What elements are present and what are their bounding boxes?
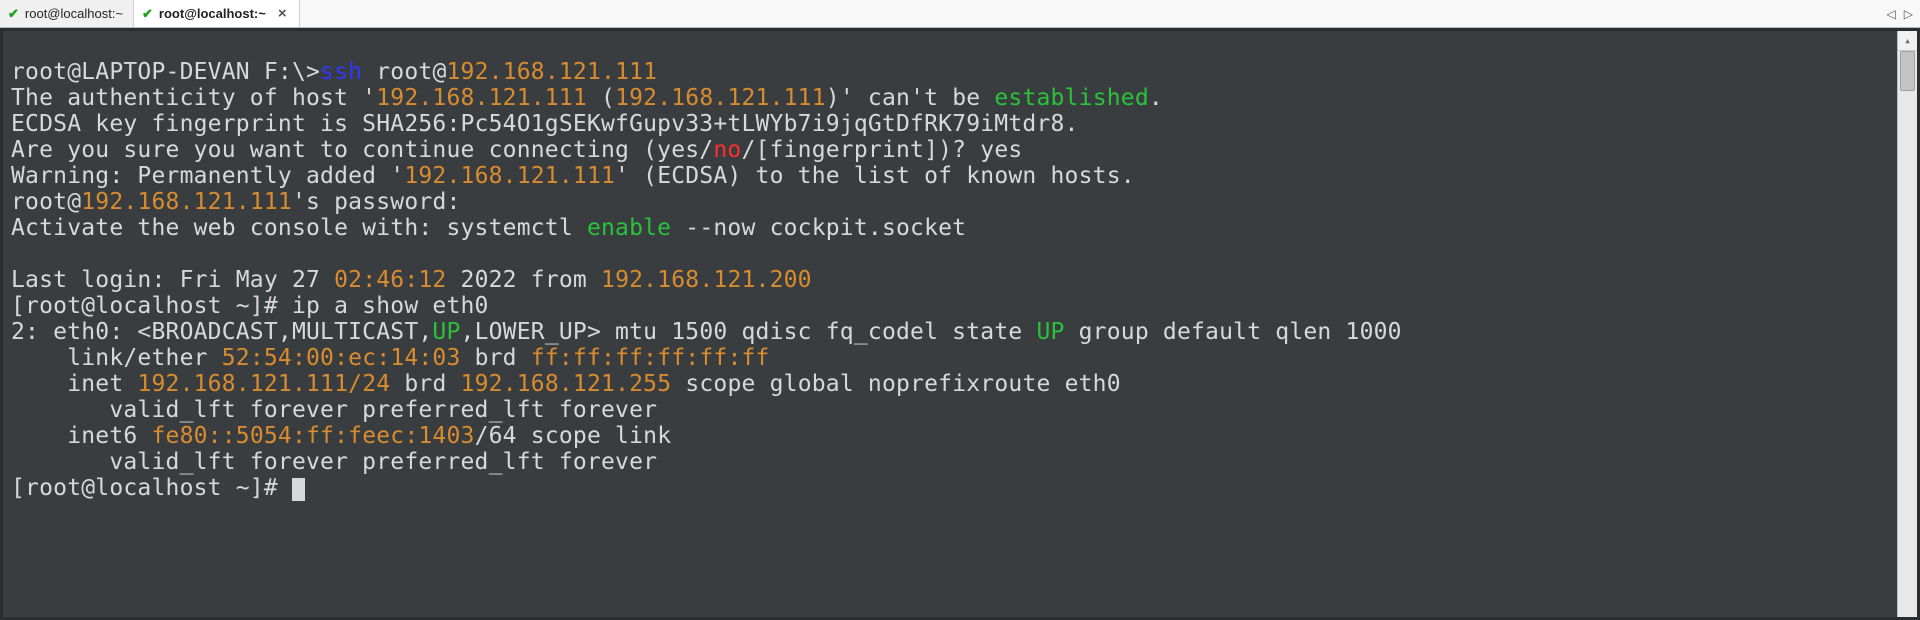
ssh-command: ssh <box>320 59 362 85</box>
ssh-target-ip: 192.168.121.111 <box>447 59 658 85</box>
tab-active[interactable]: ✔ root@localhost:~ × <box>134 0 300 27</box>
ssh-arg-prefix: root@ <box>362 59 446 85</box>
inet-line: inet <box>11 371 137 397</box>
prompt-remote: [root@localhost ~]# ip a show eth0 <box>11 293 489 319</box>
prompt-remote-empty: [root@localhost ~]# <box>11 475 292 501</box>
tab-bar: ✔ root@localhost:~ ✔ root@localhost:~ × … <box>0 0 1920 28</box>
scroll-up-icon[interactable]: ▴ <box>1898 31 1917 51</box>
check-icon: ✔ <box>8 6 19 22</box>
close-icon[interactable]: × <box>276 6 289 21</box>
warning-line: Warning: Permanently added ' <box>11 163 404 189</box>
terminal-output[interactable]: root@LAPTOP-DEVAN F:\>ssh root@192.168.1… <box>3 31 1897 617</box>
valid-lft-line: valid_lft forever preferred_lft forever <box>11 449 657 475</box>
tab-nav-arrows: ◁ ▷ <box>1884 0 1916 27</box>
enable-word: enable <box>587 215 671 241</box>
scroll-thumb[interactable] <box>1900 51 1915 91</box>
scrollbar[interactable]: ▴ <box>1897 31 1917 617</box>
cursor-block <box>292 478 305 501</box>
last-login-line: Last login: Fri May 27 <box>11 267 334 293</box>
link-line: link/ether <box>11 345 222 371</box>
fingerprint-line: ECDSA key fingerprint is SHA256:Pc54O1gS… <box>11 111 1079 137</box>
no-word: no <box>713 137 741 163</box>
password-line: root@ <box>11 189 81 215</box>
check-icon: ✔ <box>142 6 153 22</box>
terminal-window: root@LAPTOP-DEVAN F:\>ssh root@192.168.1… <box>0 28 1920 620</box>
tab-label: root@localhost:~ <box>159 6 266 21</box>
prompt-local: root@LAPTOP-DEVAN F:\> <box>11 59 320 85</box>
auth-ip: 192.168.121.111 <box>376 85 587 111</box>
next-tab-button[interactable]: ▷ <box>1901 7 1916 21</box>
iface-line: 2: eth0: <BROADCAST,MULTICAST, <box>11 319 432 345</box>
inet6-line: inet6 <box>11 423 151 449</box>
established-word: established <box>994 85 1149 111</box>
auth-line: The authenticity of host ' <box>11 85 376 111</box>
confirm-line: Are you sure you want to continue connec… <box>11 137 713 163</box>
prev-tab-button[interactable]: ◁ <box>1884 7 1899 21</box>
valid-lft-line: valid_lft forever preferred_lft forever <box>11 397 657 423</box>
tab-label: root@localhost:~ <box>25 6 123 21</box>
tab-inactive[interactable]: ✔ root@localhost:~ <box>0 0 134 27</box>
activate-line: Activate the web console with: systemctl <box>11 215 587 241</box>
